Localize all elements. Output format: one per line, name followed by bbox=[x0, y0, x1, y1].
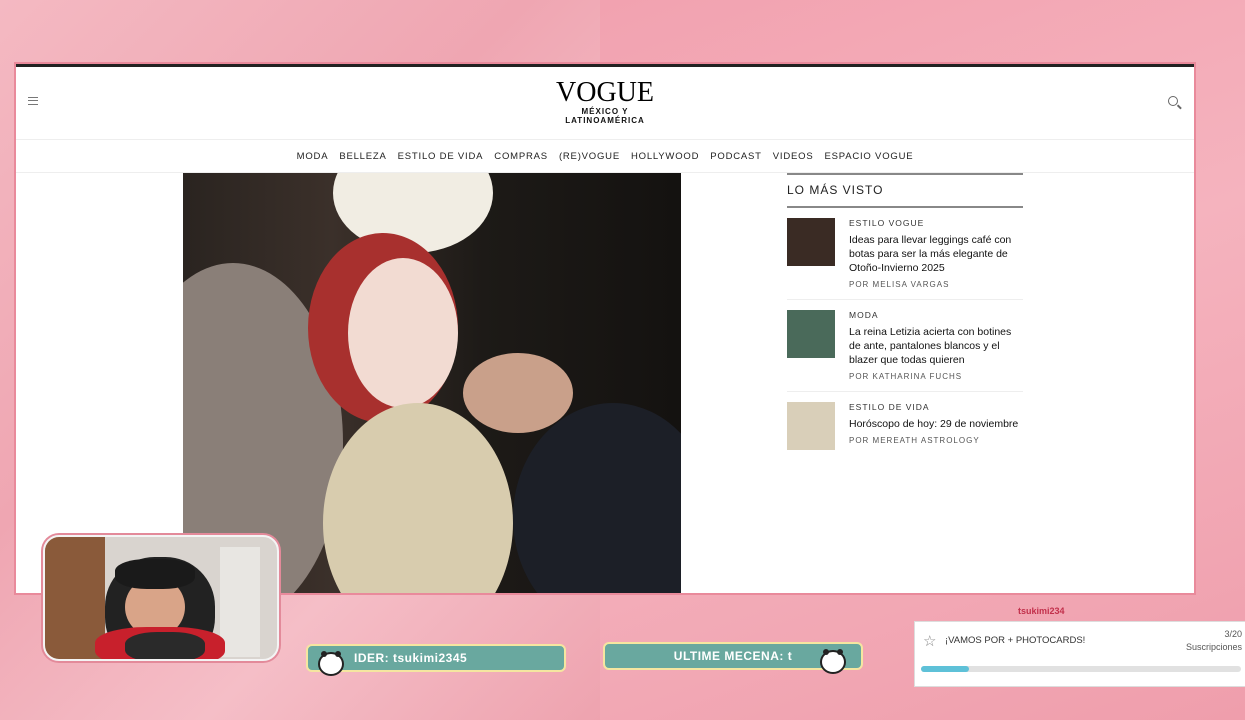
most-viewed-item[interactable]: ESTILO DE VIDA Horóscopo de hoy: 29 de n… bbox=[787, 392, 1023, 460]
goal-progress-track bbox=[921, 666, 1241, 672]
nav-estilo-de-vida[interactable]: ESTILO DE VIDA bbox=[398, 151, 484, 162]
article-title[interactable]: La reina Letizia acierta con botines de … bbox=[849, 325, 1023, 367]
nav-videos[interactable]: VIDEOS bbox=[773, 151, 814, 162]
panda-mascot-icon bbox=[318, 651, 344, 676]
article-author: POR MELISA VARGAS bbox=[849, 280, 950, 289]
article-thumbnail[interactable] bbox=[787, 402, 835, 450]
nav-espacio-vogue[interactable]: ESPACIO VOGUE bbox=[824, 151, 913, 162]
most-viewed-item[interactable]: ESTILO VOGUE Ideas para llevar leggings … bbox=[787, 208, 1023, 300]
article-title[interactable]: Horóscopo de hoy: 29 de noviembre bbox=[849, 417, 1018, 431]
article-hero-image[interactable] bbox=[183, 173, 681, 593]
most-viewed-title: LO MÁS VISTO bbox=[787, 173, 1023, 208]
logo-subtitle-2: LATINOAMÉRICA bbox=[565, 116, 645, 125]
webcam-overlay bbox=[43, 535, 279, 661]
goal-label: ¡VAMOS POR + PHOTOCARDS! bbox=[945, 635, 1086, 646]
article-category[interactable]: MODA bbox=[849, 310, 1023, 320]
vogue-logo[interactable]: VOGUE MÉXICO Y LATINOAMÉRICA bbox=[16, 77, 1194, 126]
logo-subtitle-1: MÉXICO Y bbox=[581, 107, 629, 116]
nav-belleza[interactable]: BELLEZA bbox=[339, 151, 386, 162]
ticker-bar-leader: IDER: tsukimi2345 bbox=[306, 644, 566, 672]
most-viewed-sidebar: LO MÁS VISTO ESTILO VOGUE Ideas para lle… bbox=[787, 173, 1023, 460]
search-icon[interactable] bbox=[1168, 96, 1178, 106]
article-author: POR MEREATH ASTROLOGY bbox=[849, 436, 980, 445]
panda-mascot-icon bbox=[820, 649, 846, 674]
most-viewed-item[interactable]: MODA La reina Letizia acierta con botine… bbox=[787, 300, 1023, 392]
goal-count: 3/20 bbox=[1224, 629, 1242, 639]
article-author: POR KATHARINA FUCHS bbox=[849, 372, 963, 381]
article-thumbnail[interactable] bbox=[787, 310, 835, 358]
goal-progress-fill bbox=[921, 666, 969, 672]
article-content: LO MÁS VISTO ESTILO VOGUE Ideas para lle… bbox=[16, 173, 1194, 593]
main-nav: MODA BELLEZA ESTILO DE VIDA COMPRAS (RE)… bbox=[16, 140, 1194, 173]
logo-wordmark: VOGUE bbox=[556, 77, 654, 108]
article-title[interactable]: Ideas para llevar leggings café con bota… bbox=[849, 233, 1023, 275]
browser-capture: VOGUE MÉXICO Y LATINOAMÉRICA MODA BELLEZ… bbox=[16, 64, 1194, 593]
nav-podcast[interactable]: PODCAST bbox=[710, 151, 762, 162]
star-icon: ☆ bbox=[923, 633, 937, 650]
article-thumbnail[interactable] bbox=[787, 218, 835, 266]
nav-compras[interactable]: COMPRAS bbox=[494, 151, 548, 162]
site-header: VOGUE MÉXICO Y LATINOAMÉRICA bbox=[16, 67, 1194, 140]
nav-hollywood[interactable]: HOLLYWOOD bbox=[631, 151, 699, 162]
goal-type: Suscripciones bbox=[1185, 642, 1242, 652]
article-category[interactable]: ESTILO DE VIDA bbox=[849, 402, 1018, 412]
subscription-goal-widget: ☆ ¡VAMOS POR + PHOTOCARDS! 3/20 Suscripc… bbox=[914, 621, 1245, 687]
article-category[interactable]: ESTILO VOGUE bbox=[849, 218, 1023, 228]
ticker-mecena-text: ULTIME MECENA: t bbox=[673, 649, 793, 663]
nav-revogue[interactable]: (RE)VOGUE bbox=[559, 151, 620, 162]
nav-moda[interactable]: MODA bbox=[297, 151, 329, 162]
goal-latest-user: tsukimi234 bbox=[1018, 606, 1065, 616]
